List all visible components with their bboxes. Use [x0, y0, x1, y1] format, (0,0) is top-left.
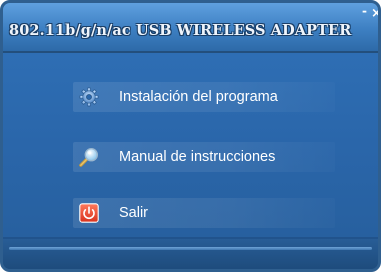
gear-icon — [79, 87, 99, 107]
magnifier-icon — [79, 147, 99, 167]
exit-button[interactable]: Salir — [73, 198, 335, 228]
instruction-manual-button[interactable]: Manual de instrucciones — [73, 142, 335, 172]
footer-bar — [3, 239, 378, 269]
minimize-button[interactable]: - — [362, 5, 367, 17]
window-title: 802.11b/g/n/ac USB WIRELESS ADAPTER — [9, 22, 352, 39]
instruction-manual-label: Manual de instrucciones — [119, 149, 276, 165]
close-button[interactable]: × — [371, 7, 378, 20]
install-program-label: Instalación del programa — [119, 89, 278, 105]
menu-panel: Instalación del programa Manual de instr… — [3, 53, 378, 237]
footer-divider — [9, 247, 372, 250]
title-bar[interactable]: 802.11b/g/n/ac USB WIRELESS ADAPTER - × — [3, 3, 378, 53]
install-program-button[interactable]: Instalación del programa — [73, 82, 335, 112]
power-icon — [79, 203, 99, 223]
exit-label: Salir — [119, 205, 149, 221]
installer-window: 802.11b/g/n/ac USB WIRELESS ADAPTER - × — [0, 0, 381, 272]
